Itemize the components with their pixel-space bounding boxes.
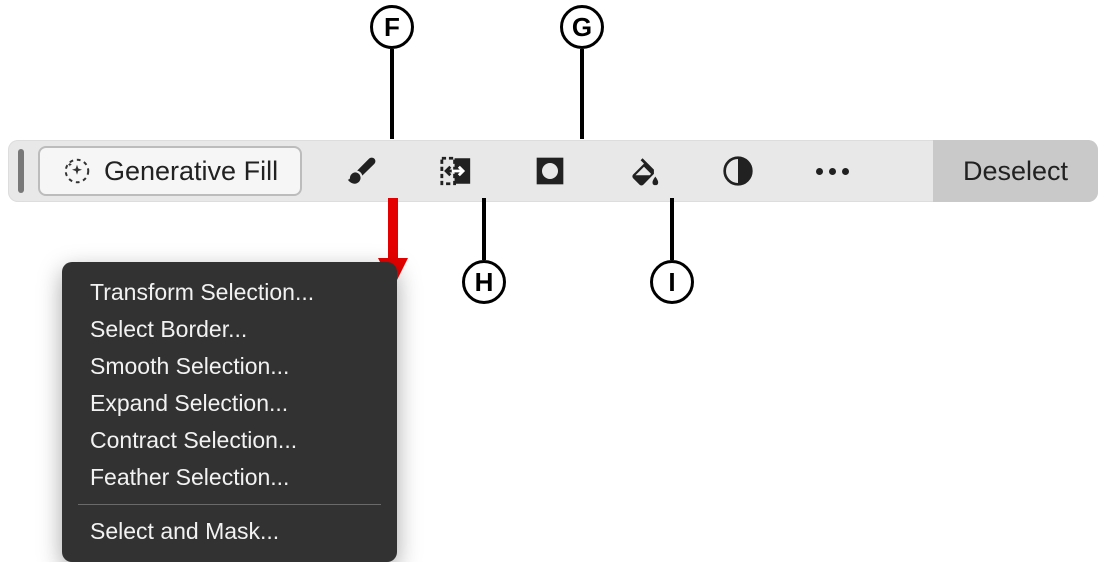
toolbar-grip[interactable] [18, 149, 24, 193]
brush-icon[interactable] [344, 153, 380, 189]
deselect-label: Deselect [963, 156, 1068, 187]
callout-h: H [462, 198, 506, 304]
menu-item-contract-selection[interactable]: Contract Selection... [62, 422, 397, 459]
selection-modify-menu: Transform Selection... Select Border... … [62, 262, 397, 562]
menu-item-transform-selection[interactable]: Transform Selection... [62, 274, 397, 311]
deselect-button[interactable]: Deselect [933, 140, 1098, 202]
menu-item-select-and-mask[interactable]: Select and Mask... [62, 513, 397, 550]
toolbar-icons-group [344, 153, 850, 189]
sparkle-selection-icon [62, 156, 92, 186]
callout-g-circle: G [560, 5, 604, 49]
callout-f: F [370, 5, 414, 139]
callout-f-line [390, 49, 394, 139]
callout-i-circle: I [650, 260, 694, 304]
callout-f-circle: F [370, 5, 414, 49]
callout-g-line [580, 49, 584, 139]
callout-i-line [670, 198, 674, 260]
paint-bucket-icon[interactable] [626, 153, 662, 189]
menu-item-smooth-selection[interactable]: Smooth Selection... [62, 348, 397, 385]
menu-separator [78, 504, 381, 505]
callout-h-line [482, 198, 486, 260]
adjustment-icon[interactable] [720, 153, 756, 189]
callout-i: I [650, 198, 694, 304]
menu-item-feather-selection[interactable]: Feather Selection... [62, 459, 397, 496]
generative-fill-button[interactable]: Generative Fill [38, 146, 302, 196]
callout-g: G [560, 5, 604, 139]
generative-fill-label: Generative Fill [104, 156, 278, 187]
contextual-task-bar: Generative Fill [8, 140, 1098, 202]
more-icon[interactable] [814, 153, 850, 189]
transform-selection-icon[interactable] [438, 153, 474, 189]
mask-icon[interactable] [532, 153, 568, 189]
menu-item-select-border[interactable]: Select Border... [62, 311, 397, 348]
more-dots-icon [816, 168, 849, 175]
callout-h-circle: H [462, 260, 506, 304]
menu-item-expand-selection[interactable]: Expand Selection... [62, 385, 397, 422]
